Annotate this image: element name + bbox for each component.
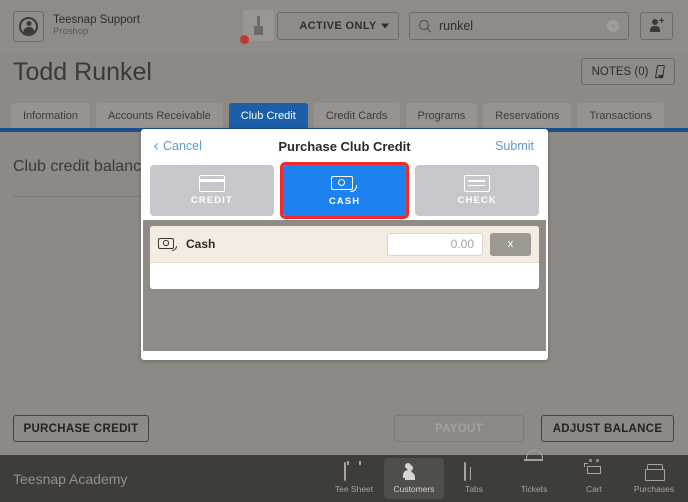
tab-label: Club Credit	[240, 109, 296, 122]
payment-method-credit[interactable]: CREDIT	[150, 165, 274, 216]
add-user-icon: +	[649, 17, 665, 33]
active-only-filter-label: ACTIVE ONLY	[299, 20, 377, 32]
submit-button[interactable]: Submit	[495, 139, 534, 153]
account-widget[interactable]: Teesnap Support Proshop	[13, 10, 140, 42]
payout-label: PAYOUT	[435, 422, 483, 435]
account-role: Proshop	[53, 26, 89, 38]
payment-entry-card: Cash 0.00 x	[150, 226, 539, 289]
clear-search-icon[interactable]: ×	[607, 20, 619, 32]
modal-header: Cancel Purchase Club Credit Submit	[143, 131, 546, 161]
credit-card-icon	[198, 175, 225, 192]
payment-method-cash[interactable]: CASH	[282, 165, 407, 216]
avatar[interactable]	[13, 10, 44, 42]
tab-label: Credit Cards	[325, 109, 388, 122]
tickets-icon	[524, 463, 544, 482]
payment-entry-label: Cash	[186, 237, 216, 251]
club-credit-balance-label: Club credit balance	[13, 158, 150, 175]
tab-label: Transactions	[589, 109, 652, 122]
tab-reservations[interactable]: Reservations	[483, 103, 572, 128]
cart-icon	[584, 459, 604, 482]
nav-item-tee-sheet[interactable]: Tee Sheet	[324, 458, 384, 499]
cash-icon	[158, 237, 178, 251]
pencil-icon	[655, 65, 664, 79]
user-circle-icon	[19, 16, 38, 36]
adjust-balance-label: ADJUST BALANCE	[552, 422, 663, 435]
page-title: Todd Runkel	[13, 58, 152, 86]
tab-credit-cards[interactable]: Credit Cards	[313, 103, 400, 128]
search-field[interactable]: runkel ×	[409, 12, 629, 40]
nav-label: Purchases	[633, 484, 675, 494]
cash-icon	[330, 175, 359, 193]
thermometer-icon	[254, 16, 263, 35]
purchases-icon	[644, 463, 664, 482]
nav-label: Tickets	[520, 484, 548, 494]
check-icon	[464, 175, 491, 192]
action-bar: PURCHASE CREDIT PAYOUT ADJUST BALANCE	[0, 404, 688, 455]
nav-item-purchases[interactable]: Purchases	[624, 458, 684, 499]
payment-method-credit-wrap: CREDIT	[150, 165, 274, 216]
tab-label: Reservations	[495, 109, 560, 122]
payment-entry-empty-area	[150, 263, 539, 289]
modal-footer	[143, 351, 546, 358]
nav-item-tabs[interactable]: Tabs	[444, 458, 504, 499]
app-root: Teesnap Support Proshop ACTIVE ONLY runk…	[0, 0, 688, 502]
bottom-nav-items: Tee Sheet Customers Tabs Tickets Cart Pu…	[324, 458, 684, 500]
account-text: Teesnap Support Proshop	[53, 14, 140, 38]
payment-method-label: CREDIT	[190, 195, 233, 206]
nav-item-tickets[interactable]: Tickets	[504, 458, 564, 499]
payment-method-cash-wrap: CASH	[279, 162, 410, 219]
tab-label: Programs	[417, 109, 466, 122]
adjust-balance-button[interactable]: ADJUST BALANCE	[541, 415, 674, 442]
purchase-credit-label: PURCHASE CREDIT	[23, 422, 139, 435]
notification-badge	[240, 35, 249, 44]
purchase-credit-button[interactable]: PURCHASE CREDIT	[13, 415, 149, 442]
teesnap-academy-link[interactable]: Teesnap Academy	[13, 471, 127, 487]
divider	[13, 196, 153, 197]
remove-payment-button[interactable]: x	[490, 232, 531, 256]
nav-label: Tabs	[465, 484, 483, 494]
nav-item-customers[interactable]: Customers	[384, 458, 444, 499]
notes-button[interactable]: NOTES (0)	[581, 58, 675, 85]
tab-information[interactable]: Information	[11, 103, 91, 128]
tab-transactions[interactable]: Transactions	[577, 103, 664, 128]
bottom-nav: Teesnap Academy Tee Sheet Customers Tabs…	[0, 455, 688, 502]
modal-title: Purchase Club Credit	[278, 138, 411, 154]
payment-method-check[interactable]: CHECK	[415, 165, 540, 216]
tab-bar: Information Accounts Receivable Club Cre…	[11, 103, 664, 128]
payment-method-selector: CREDIT CASH CHECK	[143, 161, 546, 220]
tab-label: Accounts Receivable	[108, 109, 211, 122]
notes-button-label: NOTES (0)	[591, 65, 649, 78]
search-input[interactable]: runkel	[439, 19, 473, 33]
tabs-icon	[464, 462, 484, 482]
payment-method-label: CHECK	[457, 195, 497, 206]
payment-entry-row: Cash 0.00 x	[150, 226, 539, 263]
active-only-filter[interactable]: ACTIVE ONLY	[277, 12, 399, 40]
cancel-button[interactable]: Cancel	[153, 139, 202, 153]
payment-method-check-wrap: CHECK	[415, 165, 540, 216]
tab-programs[interactable]: Programs	[405, 103, 478, 128]
chevron-left-icon	[153, 142, 162, 150]
payment-method-label: CASH	[328, 195, 361, 207]
tab-club-credit[interactable]: Club Credit	[228, 103, 308, 128]
tab-label: Information	[23, 109, 79, 122]
nav-label: Customers	[393, 484, 435, 494]
notification-button-wrap[interactable]	[240, 10, 274, 44]
search-icon	[419, 20, 431, 32]
amount-input[interactable]: 0.00	[387, 232, 483, 256]
cancel-label: Cancel	[163, 139, 202, 153]
add-customer-button[interactable]: +	[640, 12, 673, 40]
chevron-down-icon	[381, 23, 389, 29]
nav-item-cart[interactable]: Cart	[564, 458, 624, 499]
tab-accounts-receivable[interactable]: Accounts Receivable	[96, 103, 223, 128]
nav-label: Cart	[585, 484, 603, 494]
customers-icon	[403, 463, 424, 482]
top-bar: Teesnap Support Proshop ACTIVE ONLY runk…	[0, 0, 688, 52]
payout-button: PAYOUT	[394, 415, 524, 442]
purchase-club-credit-modal: Cancel Purchase Club Credit Submit CREDI…	[141, 129, 548, 360]
tee-sheet-icon	[344, 462, 364, 482]
nav-label: Tee Sheet	[334, 484, 374, 494]
